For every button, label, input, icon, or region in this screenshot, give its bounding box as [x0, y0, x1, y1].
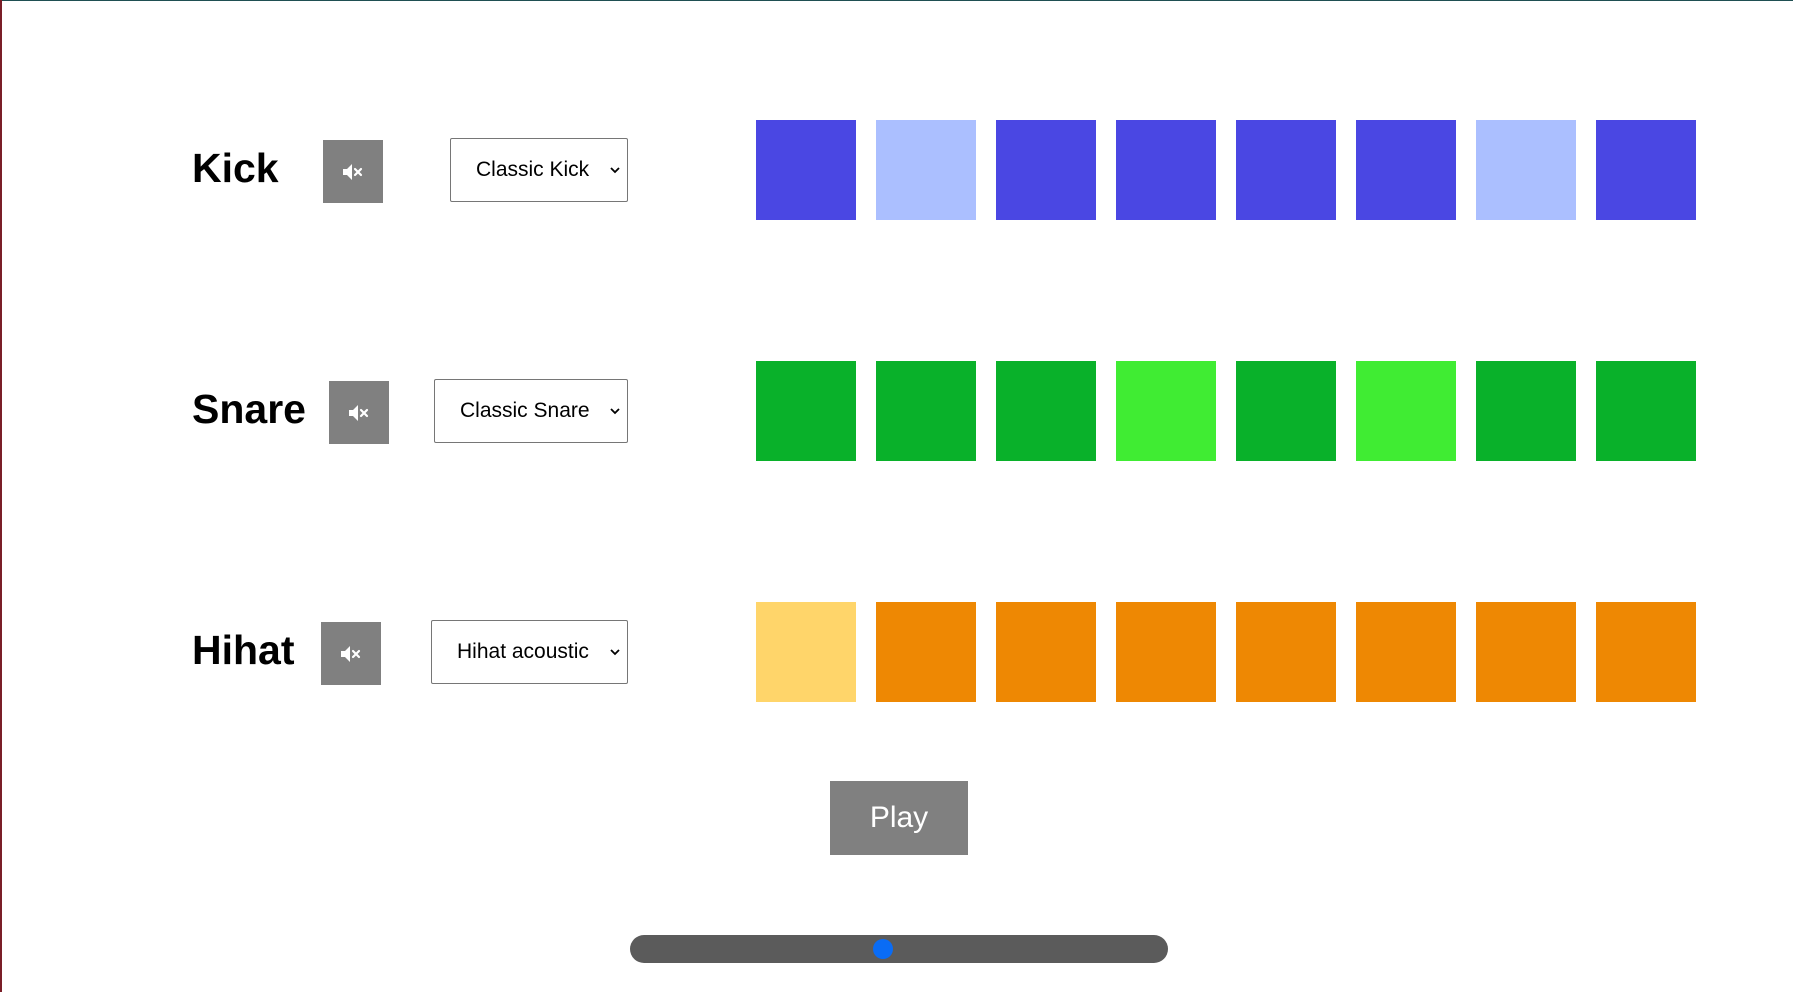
step-pad-snare-1[interactable]	[756, 361, 856, 461]
step-pad-snare-7[interactable]	[1476, 361, 1576, 461]
step-pad-kick-2[interactable]	[876, 120, 976, 220]
step-pad-kick-8[interactable]	[1596, 120, 1696, 220]
step-pad-kick-1[interactable]	[756, 120, 856, 220]
chevron-down-icon	[610, 167, 620, 174]
step-pad-hihat-4[interactable]	[1116, 602, 1216, 702]
sound-select-hihat-value: Hihat acoustic	[457, 640, 589, 663]
step-pad-hihat-1[interactable]	[756, 602, 856, 702]
step-pad-hihat-2[interactable]	[876, 602, 976, 702]
sound-select-snare[interactable]: Classic Snare	[434, 379, 628, 443]
speaker-muted-icon	[341, 645, 361, 662]
step-pad-hihat-7[interactable]	[1476, 602, 1576, 702]
tempo-slider-thumb[interactable]	[872, 939, 893, 959]
step-pad-kick-3[interactable]	[996, 120, 1096, 220]
mute-button-snare[interactable]	[329, 381, 389, 444]
speaker-muted-icon	[343, 163, 363, 180]
track-row-snare: Snare Classic Snare	[0, 359, 1793, 461]
step-pad-hihat-3[interactable]	[996, 602, 1096, 702]
sound-select-snare-value: Classic Snare	[460, 399, 590, 422]
step-pad-hihat-5[interactable]	[1236, 602, 1336, 702]
track-name-hihat: Hihat	[192, 627, 295, 673]
step-pad-hihat-6[interactable]	[1356, 602, 1456, 702]
step-pad-kick-6[interactable]	[1356, 120, 1456, 220]
speaker-muted-icon	[349, 404, 369, 421]
step-pad-kick-7[interactable]	[1476, 120, 1576, 220]
sound-select-kick-value: Classic Kick	[476, 158, 590, 181]
tempo-slider[interactable]	[630, 935, 1168, 963]
step-pad-hihat-8[interactable]	[1596, 602, 1696, 702]
step-pad-snare-5[interactable]	[1236, 361, 1336, 461]
track-name-snare: Snare	[192, 386, 306, 432]
step-pad-snare-4[interactable]	[1116, 361, 1216, 461]
chevron-down-icon	[610, 408, 620, 415]
step-pad-kick-5[interactable]	[1236, 120, 1336, 220]
mute-button-kick[interactable]	[323, 140, 383, 203]
sound-select-hihat[interactable]: Hihat acoustic	[431, 620, 628, 684]
mute-button-hihat[interactable]	[321, 622, 381, 685]
track-name-kick: Kick	[192, 145, 279, 191]
window-top-border	[0, 0, 1793, 1]
track-row-kick: Kick Classic Kick	[0, 118, 1793, 220]
step-pad-kick-4[interactable]	[1116, 120, 1216, 220]
step-pad-snare-8[interactable]	[1596, 361, 1696, 461]
play-button[interactable]: Play	[830, 781, 968, 855]
step-pad-snare-6[interactable]	[1356, 361, 1456, 461]
step-pad-snare-2[interactable]	[876, 361, 976, 461]
sound-select-kick[interactable]: Classic Kick	[450, 138, 628, 202]
track-row-hihat: Hihat Hihat acoustic	[0, 600, 1793, 702]
chevron-down-icon	[610, 649, 620, 656]
step-pad-snare-3[interactable]	[996, 361, 1096, 461]
